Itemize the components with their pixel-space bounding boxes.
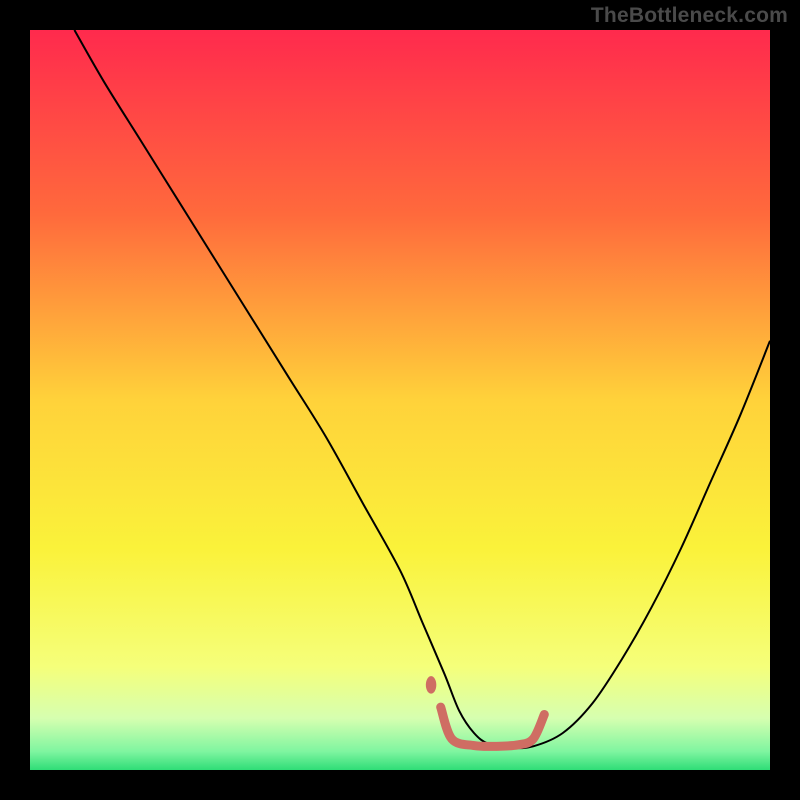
chart-stage: TheBottleneck.com xyxy=(0,0,800,800)
chart-canvas xyxy=(0,0,800,800)
series-highlight-dot-point xyxy=(426,676,437,694)
